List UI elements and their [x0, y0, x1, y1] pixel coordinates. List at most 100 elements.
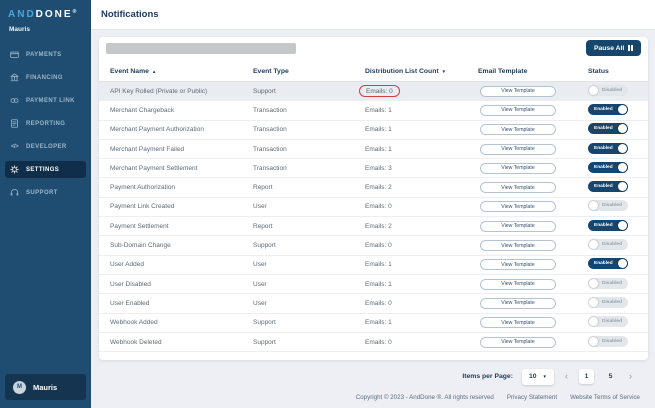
support-icon: [10, 188, 19, 197]
status-toggle[interactable]: Disabled: [588, 200, 628, 212]
sidebar-item-payments[interactable]: PAYMENTS: [5, 46, 86, 63]
app-root: ANDDONE® Mauris PAYMENTS FINANCING PAYME…: [0, 0, 655, 408]
toggle-label: Disabled: [602, 280, 622, 286]
status-toggle[interactable]: Enabled: [588, 181, 628, 193]
status-cell: Disabled: [588, 84, 648, 98]
event-name-cell: User Enabled: [110, 299, 150, 307]
status-toggle[interactable]: Enabled: [588, 219, 628, 231]
status-toggle[interactable]: Disabled: [588, 84, 628, 96]
toggle-knob: [618, 143, 627, 153]
email-template-cell: View Template: [478, 201, 588, 213]
email-template-cell: View Template: [478, 297, 588, 309]
event-type-cell: Transaction: [253, 106, 287, 114]
toggle-knob: [618, 259, 627, 269]
view-template-button[interactable]: View Template: [480, 220, 556, 232]
toggle-knob: [589, 336, 598, 346]
status-toggle[interactable]: Enabled: [588, 123, 628, 135]
sidebar-item-reporting[interactable]: REPORTING: [5, 115, 86, 132]
toggle-label: Disabled: [602, 242, 622, 248]
sidebar-item-label: PAYMENT LINK: [26, 97, 75, 104]
developer-icon: </>: [10, 143, 19, 150]
view-template-button[interactable]: View Template: [480, 297, 556, 309]
sidebar-item-label: DEVELOPER: [26, 143, 67, 150]
view-template-button[interactable]: View Template: [480, 143, 556, 155]
table-row: User Enabled User Emails: 0 View Templat…: [99, 294, 648, 314]
view-template-button[interactable]: View Template: [480, 104, 556, 116]
prev-page-button[interactable]: ‹: [563, 369, 570, 384]
view-template-button[interactable]: View Template: [480, 240, 556, 252]
emails-count: Emails: 0: [365, 242, 392, 250]
view-template-button[interactable]: View Template: [480, 201, 556, 213]
items-per-page-select[interactable]: 10 ▼: [521, 368, 554, 385]
event-name-cell: Webhook Added: [110, 319, 158, 327]
emails-count: Emails: 2: [365, 184, 392, 192]
status-toggle[interactable]: Enabled: [588, 161, 628, 173]
table-row: Merchant Payment Authorization Transacti…: [99, 121, 648, 140]
toggle-knob: [589, 201, 598, 211]
status-toggle[interactable]: Disabled: [588, 296, 628, 308]
event-name-cell: Sub-Domain Change: [110, 242, 171, 250]
status-toggle[interactable]: Disabled: [588, 316, 628, 328]
emails-count: Emails: 0: [365, 203, 392, 211]
view-template-button[interactable]: View Template: [480, 182, 556, 194]
table-row: Payment Link Created User Emails: 0 View…: [99, 198, 648, 218]
view-template-button[interactable]: View Template: [480, 317, 556, 329]
reporting-icon: [10, 119, 19, 128]
emails-count: Emails: 1: [365, 280, 392, 288]
email-template-cell: View Template: [478, 240, 588, 252]
column-event-name[interactable]: Event Name ▲: [110, 68, 253, 75]
sidebar-item-payment-link[interactable]: PAYMENT LINK: [5, 92, 86, 109]
sidebar-item-financing[interactable]: FINANCING: [5, 69, 86, 86]
anddone-logo: ANDDONE®: [0, 0, 91, 20]
status-toggle[interactable]: Disabled: [588, 335, 628, 347]
event-name-cell: Payment Settlement: [110, 222, 169, 230]
page-button-current[interactable]: 1: [579, 369, 594, 384]
status-cell: Disabled: [588, 200, 648, 213]
table-row: Sub-Domain Change Support Emails: 0 View…: [99, 236, 648, 256]
event-name-cell: Merchant Chargeback: [110, 106, 174, 114]
financing-icon: [10, 73, 19, 82]
table-row: Merchant Payment Failed Transaction Emai…: [99, 140, 648, 160]
toggle-label: Enabled: [594, 222, 613, 228]
status-cell: Enabled: [588, 181, 648, 194]
sidebar-item-support[interactable]: SUPPORT: [5, 184, 86, 201]
status-toggle[interactable]: Disabled: [588, 277, 628, 289]
toggle-label: Enabled: [594, 184, 613, 190]
website-terms-link[interactable]: Website Terms of Service: [570, 394, 640, 401]
view-template-button[interactable]: View Template: [480, 124, 556, 136]
email-template-cell: View Template: [478, 182, 588, 194]
status-toggle[interactable]: Enabled: [588, 258, 628, 270]
pause-all-button[interactable]: Pause All: [585, 40, 641, 56]
toggle-knob: [618, 162, 627, 172]
distribution-count-cell: Emails: 1: [365, 126, 478, 133]
view-template-button[interactable]: View Template: [480, 162, 556, 174]
status-toggle[interactable]: Enabled: [588, 103, 628, 115]
sidebar-item-label: PAYMENTS: [26, 51, 62, 58]
status-cell: Enabled: [588, 219, 648, 233]
status-toggle[interactable]: Disabled: [588, 239, 628, 251]
view-template-button[interactable]: View Template: [480, 85, 556, 97]
event-name-cell: Merchant Payment Failed: [110, 145, 185, 153]
emails-count: Emails: 1: [365, 126, 392, 134]
content: Pause All Event Name ▲ Event Type Distrib…: [91, 30, 655, 408]
next-page-button[interactable]: ›: [627, 369, 634, 384]
sidebar-user[interactable]: M Mauris: [5, 374, 86, 400]
sidebar-item-label: SETTINGS: [26, 166, 60, 173]
event-name-cell: User Added: [110, 261, 144, 269]
status-cell: Enabled: [588, 142, 648, 156]
event-type-cell: Support: [253, 319, 276, 327]
email-template-cell: View Template: [478, 85, 588, 97]
view-template-button[interactable]: View Template: [480, 336, 556, 348]
view-template-button[interactable]: View Template: [480, 278, 556, 290]
view-template-button[interactable]: View Template: [480, 259, 556, 271]
status-toggle[interactable]: Enabled: [588, 142, 628, 154]
sort-desc-icon: ▼: [441, 69, 447, 74]
sidebar-item-developer[interactable]: </> DEVELOPER: [5, 138, 86, 155]
table-row: Merchant Payment Settlement Transaction …: [99, 159, 648, 179]
privacy-statement-link[interactable]: Privacy Statement: [507, 394, 557, 401]
distribution-count-cell: Emails: 1: [365, 281, 478, 288]
page-button-last[interactable]: 5: [603, 369, 618, 384]
toggle-label: Enabled: [594, 126, 613, 132]
column-distribution-list-count[interactable]: Distribution List Count ▼: [365, 68, 478, 75]
sidebar-item-settings[interactable]: SETTINGS: [5, 161, 86, 178]
